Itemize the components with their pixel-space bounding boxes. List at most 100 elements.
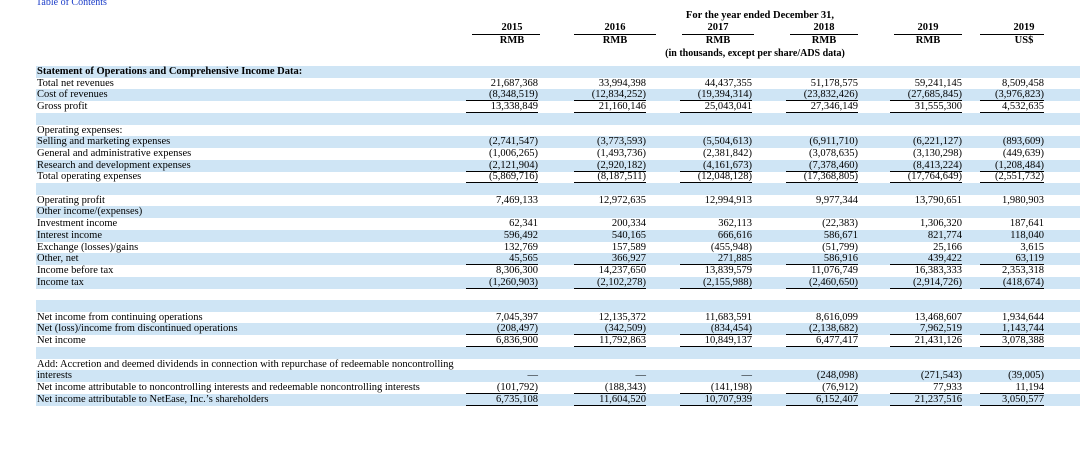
table-row: Total operating expenses (5,869,716) (8,18…: [36, 171, 1080, 184]
value-cell: [786, 300, 858, 311]
value-cell: (2,155,988): [680, 277, 752, 289]
value-cell: (342,509): [574, 323, 646, 336]
value-cell: (12,834,252): [574, 89, 646, 102]
value-cell: —: [635, 370, 647, 382]
value-cell: 12,135,372: [598, 311, 646, 323]
value-cell: 7,962,519: [890, 323, 962, 336]
value-cell: 586,671: [823, 229, 858, 241]
value-cell: [574, 66, 646, 77]
value-cell: [680, 113, 752, 124]
value-cell: [786, 359, 858, 370]
value-cell: (271,543): [920, 370, 962, 382]
value-cell: (3,078,635): [809, 147, 858, 159]
year-heading: 2017: [707, 22, 729, 33]
row-label: Operating expenses:: [37, 124, 123, 136]
value-cell: 63,119: [980, 253, 1044, 266]
year-heading: 2018: [813, 22, 835, 33]
value-cell: (455,948): [710, 241, 752, 253]
value-cell: (17,764,649): [890, 171, 962, 184]
table-row: Net income from continuing operations 7,0…: [36, 312, 1080, 324]
value-cell: —: [527, 370, 539, 382]
value-cell: 439,422: [890, 253, 962, 266]
value-cell: (27,685,845): [890, 89, 962, 102]
row-label: Other, net: [37, 253, 79, 265]
value-cell: 13,468,607: [914, 311, 962, 323]
row-label: Net income attributable to NetEase, Inc.…: [37, 393, 269, 405]
value-cell: [680, 347, 752, 358]
value-cell: [680, 125, 752, 136]
units-note: (in thousands, except per share/ADS data…: [665, 48, 845, 59]
value-cell: 33,994,398: [598, 77, 646, 89]
value-cell: (8,413,224): [890, 160, 962, 172]
value-cell: 77,933: [890, 382, 962, 394]
row-label: Gross profit: [37, 101, 88, 113]
currency-heading: RMB: [705, 35, 731, 46]
value-cell: 540,165: [611, 229, 646, 241]
value-cell: [466, 206, 538, 217]
value-cell: 13,790,651: [914, 194, 962, 206]
table-row: Net (loss)/income from discontinued oper…: [36, 323, 1080, 336]
value-cell: [980, 300, 1044, 311]
value-cell: [786, 183, 858, 194]
table-row: Add: Accretion and deemed dividends in c…: [36, 359, 1080, 371]
value-cell: 596,492: [503, 229, 538, 241]
value-cell: 13,839,579: [704, 264, 752, 276]
value-cell: [890, 183, 962, 194]
value-cell: [786, 66, 858, 77]
value-cell: 1,306,320: [920, 218, 962, 230]
value-cell: 6,735,108: [466, 394, 538, 406]
value-cell: [574, 113, 646, 124]
year-heading: 2019: [917, 22, 939, 33]
value-cell: 12,972,635: [598, 194, 646, 206]
row-label: Income tax: [37, 276, 84, 288]
value-cell: [680, 206, 752, 217]
table-row: Operating profit 7,469,133 12,972,635 12,99…: [36, 195, 1080, 207]
value-cell: (208,497): [466, 323, 538, 336]
value-cell: (141,198): [680, 382, 752, 394]
table-row: [36, 346, 1080, 359]
toc-link[interactable]: Table of Contents: [36, 0, 107, 8]
row-label: Operating profit: [37, 194, 105, 206]
value-cell: (19,394,314): [680, 89, 752, 102]
value-cell: [786, 113, 858, 124]
table-row: Exchange (losses)/gains 132,769 157,589 (45…: [36, 242, 1080, 254]
value-cell: [574, 288, 646, 299]
row-label: Selling and marketing expenses: [37, 136, 171, 148]
value-cell: 10,849,137: [680, 335, 752, 348]
value-cell: [980, 66, 1044, 77]
value-cell: 25,043,041: [680, 101, 752, 114]
value-cell: 157,589: [611, 241, 646, 253]
value-cell: [466, 183, 538, 194]
value-cell: [574, 125, 646, 136]
year-heading: 2019: [1013, 22, 1035, 33]
value-cell: (7,378,460): [786, 160, 858, 172]
value-cell: 1,934,644: [1002, 311, 1044, 323]
value-cell: (2,741,547): [489, 136, 538, 148]
value-cell: [574, 183, 646, 194]
table-row: Operating expenses:: [36, 125, 1080, 137]
value-cell: [890, 125, 962, 136]
row-label: Total net revenues: [37, 77, 114, 89]
table-row: interests — — — (248,098) (271,543) (39,005): [36, 370, 1080, 383]
value-cell: [890, 300, 962, 311]
table-row: [36, 183, 1080, 195]
value-cell: [466, 347, 538, 358]
value-cell: 12,994,913: [704, 194, 752, 206]
value-cell: (2,121,904): [466, 160, 538, 172]
value-cell: (188,343): [574, 382, 646, 394]
value-cell: 271,885: [680, 253, 752, 266]
value-cell: 8,616,099: [816, 311, 858, 323]
value-cell: 10,707,939: [680, 394, 752, 406]
value-cell: (893,609): [1002, 136, 1044, 148]
value-cell: 11,683,591: [705, 311, 752, 323]
value-cell: 16,383,333: [914, 264, 962, 276]
table-row: Total net revenues 21,687,368 33,994,398 44…: [36, 78, 1080, 90]
value-cell: (6,221,127): [913, 136, 962, 148]
row-label: Add: Accretion and deemed dividends in c…: [37, 358, 454, 370]
value-cell: (2,138,682): [786, 323, 858, 336]
table-row: Net income attributable to noncontrollin…: [36, 382, 1080, 394]
value-cell: [980, 347, 1044, 358]
value-cell: [680, 359, 752, 370]
value-cell: (4,161,673): [680, 160, 752, 172]
value-cell: —: [741, 370, 753, 382]
